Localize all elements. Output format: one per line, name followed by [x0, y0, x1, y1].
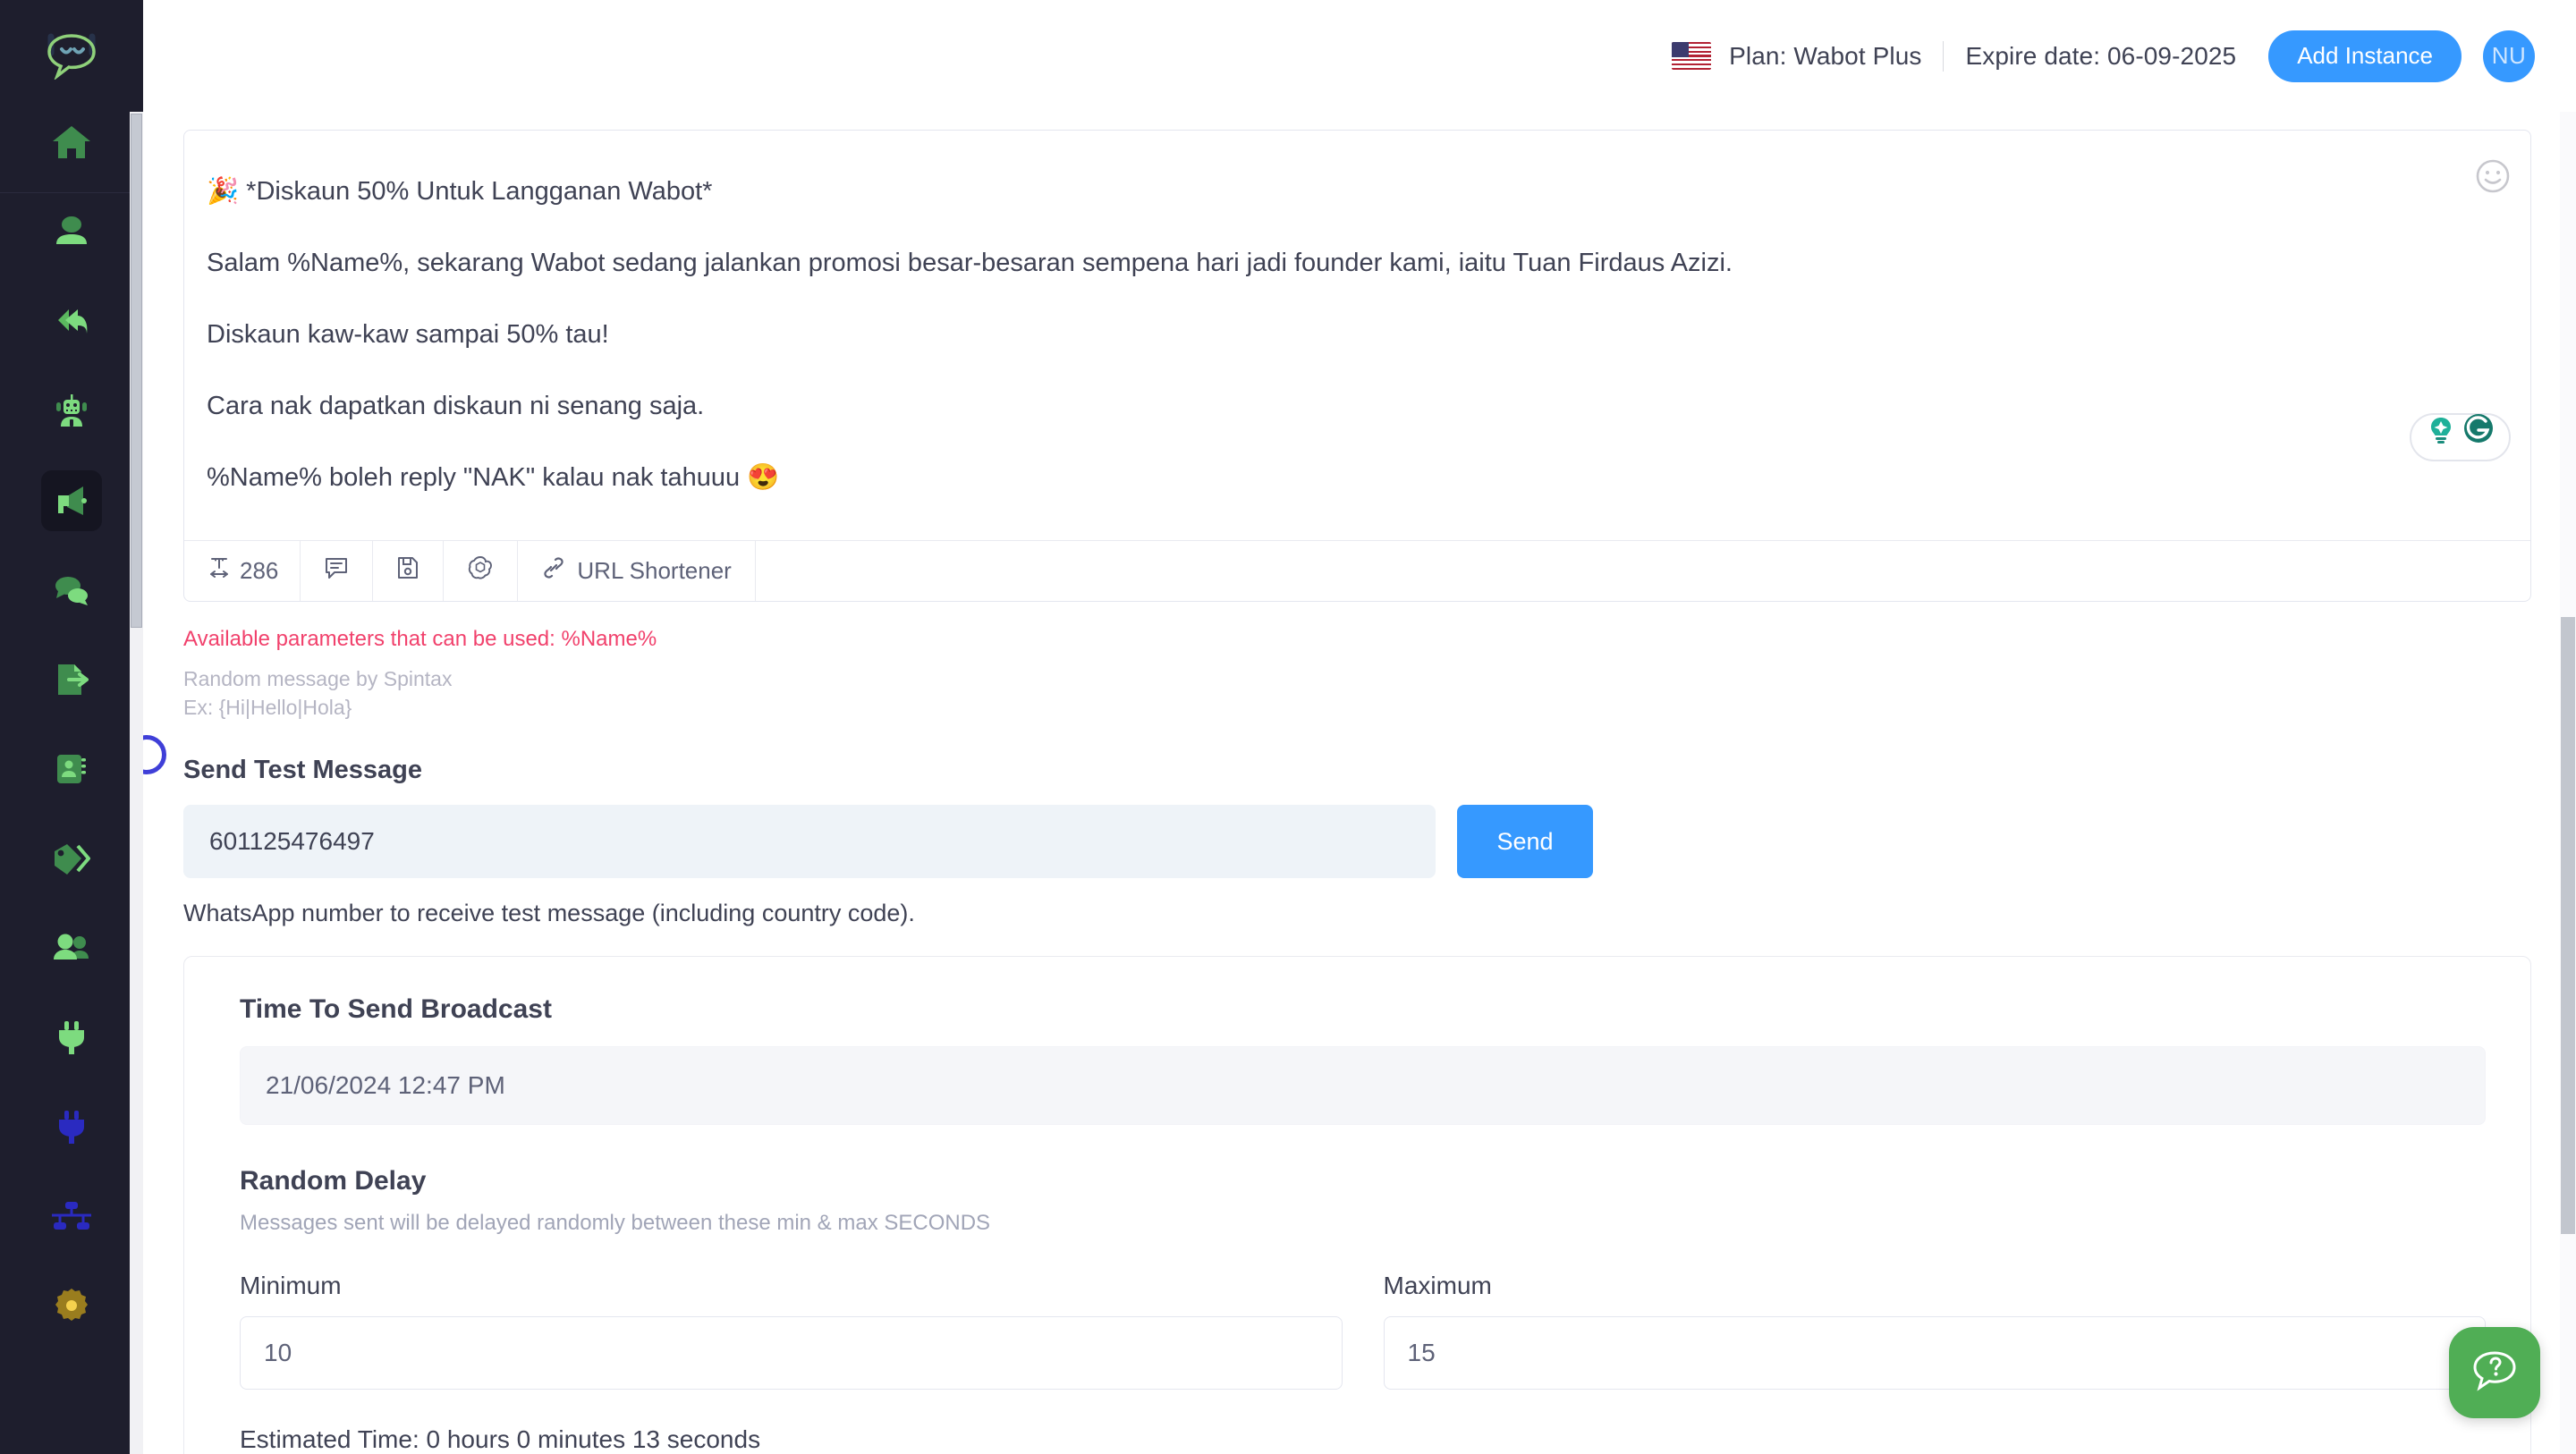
- top-header: Plan: Wabot Plus Expire date: 06-09-2025…: [143, 0, 2576, 112]
- robot-icon: [52, 393, 91, 430]
- avatar[interactable]: NU: [2483, 30, 2535, 82]
- character-count: 286: [184, 541, 301, 601]
- message-line: %Name% boleh reply "NAK" kalau nak tahuu…: [207, 463, 780, 492]
- sidebar-item-chats[interactable]: [41, 560, 102, 621]
- gear-icon: [53, 1287, 90, 1324]
- available-parameters-hint: Available parameters that can be used: %…: [183, 627, 657, 651]
- test-number-input[interactable]: [183, 805, 1436, 878]
- plan-label: Plan: Wabot Plus: [1729, 41, 1922, 70]
- broadcast-datetime-input[interactable]: 21/06/2024 12:47 PM: [240, 1046, 2486, 1125]
- sidebar-nav: [0, 193, 143, 1454]
- sidebar-item-flows[interactable]: [41, 1186, 102, 1247]
- file-export-icon: [51, 661, 92, 698]
- main-area: Plan: Wabot Plus Expire date: 06-09-2025…: [143, 0, 2576, 1454]
- message-line: Diskaun kaw-kaw sampai 50% tau!: [207, 320, 609, 349]
- sidebar-item-export[interactable]: [41, 649, 102, 710]
- spintax-example: Ex: {Hi|Hello|Hola}: [183, 696, 352, 719]
- header-divider: [1943, 40, 1945, 72]
- maximum-delay-input[interactable]: [1383, 1316, 2486, 1390]
- grammarly-icon: [2462, 402, 2496, 473]
- sidebar-item-broadcast[interactable]: [41, 470, 102, 531]
- contact-book-icon: [52, 752, 91, 786]
- text-width-icon: [208, 556, 231, 586]
- sidebar-item-tags[interactable]: [41, 828, 102, 889]
- message-line: Cara nak dapatkan diskaun ni senang saja…: [207, 392, 705, 420]
- send-test-button[interactable]: Send: [1457, 805, 1593, 878]
- minimum-group: Minimum: [240, 1272, 1343, 1390]
- home-icon: [51, 123, 92, 161]
- sidebar-item-groups[interactable]: [41, 917, 102, 978]
- add-instance-button[interactable]: Add Instance: [2268, 30, 2462, 82]
- sidebar: [0, 0, 143, 1454]
- editor-toolbar: 286 URL Shortener: [184, 540, 2530, 601]
- plug-green-icon: [54, 1019, 89, 1055]
- sidebar-item-profile[interactable]: [41, 202, 102, 263]
- message-lines-icon: [324, 555, 349, 587]
- group-icon: [50, 931, 93, 965]
- chat-bubbles-icon: [51, 573, 92, 607]
- send-test-message-title: Send Test Message: [183, 756, 423, 784]
- message-editor-card: 🎉 *Diskaun 50% Untuk Langganan Wabot* Sa…: [183, 130, 2531, 602]
- grammarly-suggestion-icon: [2426, 402, 2456, 473]
- expire-date-label: Expire date: 06-09-2025: [1965, 41, 2237, 70]
- sidebar-item-integrations[interactable]: [41, 1007, 102, 1068]
- plug-blue-icon: [54, 1109, 89, 1145]
- minimum-delay-input[interactable]: [240, 1316, 1343, 1390]
- maximum-label: Maximum: [1383, 1272, 1492, 1299]
- sidebar-item-chatbot[interactable]: [41, 381, 102, 442]
- reply-icon: [51, 304, 92, 340]
- url-shortener-button[interactable]: URL Shortener: [518, 541, 756, 601]
- link-icon: [541, 555, 566, 587]
- message-textarea[interactable]: 🎉 *Diskaun 50% Untuk Langganan Wabot* Sa…: [184, 131, 2530, 540]
- random-delay-title: Random Delay: [240, 1166, 427, 1196]
- test-number-note: WhatsApp number to receive test message …: [183, 900, 915, 926]
- save-template-icon: [396, 555, 419, 587]
- question-chat-icon: [2470, 1348, 2520, 1399]
- wabot-chat-logo-icon: [44, 33, 99, 80]
- random-delay-note: Messages sent will be delayed randomly b…: [240, 1211, 991, 1235]
- sitemap-icon: [50, 1201, 93, 1231]
- user-icon: [52, 214, 91, 251]
- brand-logo[interactable]: [0, 0, 143, 112]
- support-chat-button[interactable]: [2449, 1327, 2540, 1418]
- openai-icon: [467, 554, 494, 588]
- url-shortener-label: URL Shortener: [577, 557, 732, 584]
- smiley-icon[interactable]: [2475, 150, 2511, 193]
- character-count-value: 286: [240, 557, 279, 584]
- page-scrollbar-thumb[interactable]: [2561, 617, 2575, 1234]
- grammarly-badge[interactable]: [2410, 413, 2511, 461]
- insert-template-button[interactable]: [301, 541, 374, 601]
- tags-icon: [51, 842, 92, 875]
- megaphone-icon: [51, 483, 92, 519]
- sidebar-item-settings[interactable]: [41, 1275, 102, 1336]
- maximum-group: Maximum: [1383, 1272, 2486, 1390]
- time-to-send-title: Time To Send Broadcast: [240, 994, 552, 1024]
- save-template-button[interactable]: [373, 541, 445, 601]
- ai-assist-button[interactable]: [444, 541, 519, 601]
- send-test-row: Send: [183, 805, 2531, 878]
- sidebar-item-contacts[interactable]: [41, 739, 102, 799]
- sidebar-scrollbar-thumb[interactable]: [131, 114, 142, 628]
- sidebar-item-home[interactable]: [41, 112, 102, 173]
- us-flag-icon: [1672, 42, 1712, 70]
- app-root: Plan: Wabot Plus Expire date: 06-09-2025…: [0, 0, 2576, 1454]
- message-line: Salam %Name%, sekarang Wabot sedang jala…: [207, 249, 1733, 277]
- sidebar-item-api[interactable]: [41, 1096, 102, 1157]
- minimum-label: Minimum: [240, 1272, 342, 1299]
- estimated-time-label: Estimated Time: 0 hours 0 minutes 13 sec…: [240, 1425, 761, 1453]
- spintax-hint: Random message by Spintax Ex: {Hi|Hello|…: [183, 664, 2531, 722]
- min-max-row: Minimum Maximum: [240, 1272, 2486, 1390]
- sidebar-item-auto-reply[interactable]: [41, 292, 102, 352]
- broadcast-settings-panel: Time To Send Broadcast 21/06/2024 12:47 …: [183, 956, 2531, 1454]
- content-scroll-area: 🎉 *Diskaun 50% Untuk Langganan Wabot* Sa…: [143, 112, 2576, 1454]
- message-line: 🎉 *Diskaun 50% Untuk Langganan Wabot*: [207, 177, 713, 206]
- spintax-title: Random message by Spintax: [183, 667, 453, 690]
